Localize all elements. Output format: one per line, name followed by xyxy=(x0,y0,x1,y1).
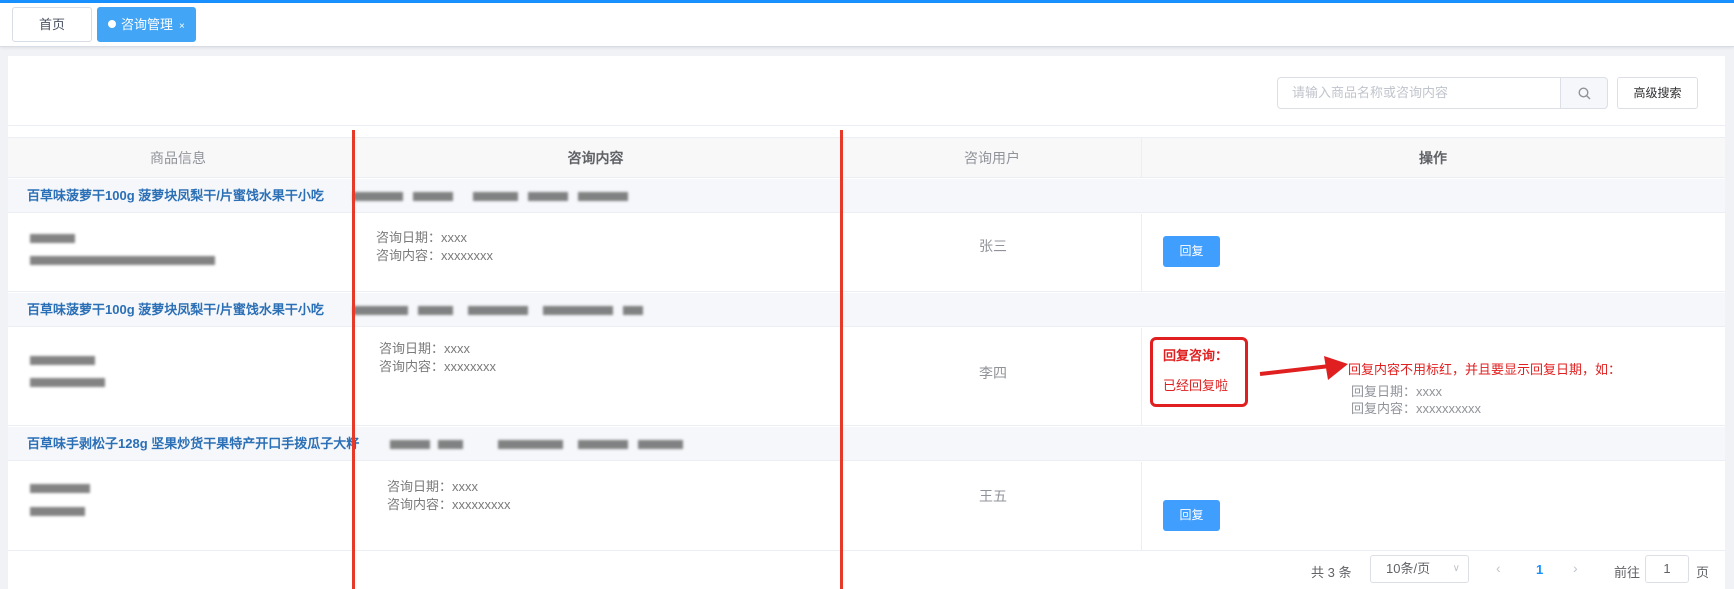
group-row: 百草味手剥松子128g 坚果炒货干果特产开口手拨瓜子大籽 xyxy=(8,427,1725,461)
redacted-text xyxy=(30,507,85,516)
prev-page-icon[interactable]: ‹ xyxy=(1496,560,1501,576)
column-separator xyxy=(1141,462,1142,550)
reply-button[interactable]: 回复 xyxy=(1163,500,1220,531)
header-content: 咨询内容 xyxy=(567,150,624,166)
product-title-link[interactable]: 百草味菠萝干100g 菠萝块凤梨干/片蜜饯水果干小吃 xyxy=(27,179,324,213)
redacted-text xyxy=(528,192,568,201)
consult-content: 咨询内容：xxxxxxxx xyxy=(376,248,494,263)
redacted-text xyxy=(30,256,215,265)
redacted-text xyxy=(30,484,90,493)
tab-label: 咨询管理 xyxy=(121,17,174,32)
consult-content: 咨询内容：xxxxxxxxx xyxy=(387,497,511,512)
consult-content: 咨询内容：xxxxxxxx xyxy=(379,359,497,374)
redacted-text xyxy=(468,306,528,315)
redacted-text xyxy=(353,192,403,201)
table-row: 咨询日期：xxxx 咨询内容：xxxxxxxxx 王五 回复 xyxy=(8,462,1725,551)
main-panel: 请输入商品名称或咨询内容 高级搜索 商品信息 咨询内容 咨询用户 操作 百草味菠… xyxy=(8,56,1725,589)
redacted-text xyxy=(390,440,430,449)
page-size-value: 10条/页 xyxy=(1386,561,1431,576)
consult-date: 咨询日期：xxxx xyxy=(379,341,471,356)
header-action: 操作 xyxy=(1419,150,1447,166)
reply-button[interactable]: 回复 xyxy=(1163,236,1220,267)
redacted-text xyxy=(473,192,518,201)
total-count: 共 3 条 xyxy=(1311,565,1352,580)
redacted-text xyxy=(30,356,95,365)
close-icon[interactable]: × xyxy=(179,21,185,32)
redacted-text xyxy=(30,378,105,387)
goto-page-input[interactable]: 1 xyxy=(1645,555,1689,583)
group-row: 百草味菠萝干100g 菠萝块凤梨干/片蜜饯水果干小吃 xyxy=(8,179,1725,213)
search-input[interactable]: 请输入商品名称或咨询内容 xyxy=(1277,77,1561,109)
header-user: 咨询用户 xyxy=(964,150,1020,166)
goto-label: 前往 xyxy=(1614,565,1641,580)
page-unit-label: 页 xyxy=(1696,565,1710,580)
redacted-text xyxy=(413,192,453,201)
active-dot-icon xyxy=(108,20,116,28)
header-product: 商品信息 xyxy=(150,150,206,166)
column-separator xyxy=(1141,214,1142,291)
table-row: 咨询日期：xxxx 咨询内容：xxxxxxxx 李四 回复咨询： 已经回复啦 回… xyxy=(8,328,1725,426)
consult-user: 王五 xyxy=(979,488,1007,504)
toolbar-divider xyxy=(8,125,1725,126)
next-page-icon[interactable]: › xyxy=(1573,560,1578,576)
consult-user: 张三 xyxy=(979,238,1007,254)
tab-bar: 首页 咨询管理 × xyxy=(0,3,1734,47)
tab-consult-management[interactable]: 咨询管理 × xyxy=(97,7,196,42)
page-number-current[interactable]: 1 xyxy=(1536,562,1543,577)
annotation-red-line-right xyxy=(840,130,843,589)
search-button[interactable] xyxy=(1560,77,1608,109)
redacted-text xyxy=(578,192,628,201)
tab-home[interactable]: 首页 xyxy=(12,7,92,42)
page-size-select[interactable]: 10条/页 ∨ xyxy=(1370,555,1469,583)
product-title-link[interactable]: 百草味手剥松子128g 坚果炒货干果特产开口手拨瓜子大籽 xyxy=(27,427,359,461)
reply-text: 已经回复啦 xyxy=(1163,378,1229,393)
consult-date: 咨询日期：xxxx xyxy=(376,230,468,245)
annotation-red-line-left xyxy=(352,130,355,589)
consult-user: 李四 xyxy=(979,365,1007,381)
redacted-text xyxy=(578,440,628,449)
table-row: 咨询日期：xxxx 咨询内容：xxxxxxxx 张三 回复 xyxy=(8,214,1725,292)
product-title-link[interactable]: 百草味菠萝干100g 菠萝块凤梨干/片蜜饯水果干小吃 xyxy=(27,293,324,327)
advanced-search-button[interactable]: 高级搜索 xyxy=(1617,77,1698,109)
redacted-text xyxy=(418,306,453,315)
redacted-text xyxy=(438,440,463,449)
annotation-text: 回复内容不用标红，并且要显示回复日期，如： xyxy=(1348,362,1622,377)
pagination: 共 3 条 10条/页 ∨ ‹ 1 › 前往 1 页 xyxy=(8,553,1725,589)
reply-title: 回复咨询： xyxy=(1163,348,1229,363)
redacted-text xyxy=(543,306,613,315)
reply-annotation-box: 回复咨询： 已经回复啦 xyxy=(1150,337,1248,407)
column-separator xyxy=(1141,328,1142,425)
redacted-text xyxy=(353,306,408,315)
annotation-reply-content: 回复内容：xxxxxxxxxx xyxy=(1351,401,1482,416)
group-row: 百草味菠萝干100g 菠萝块凤梨干/片蜜饯水果干小吃 xyxy=(8,293,1725,327)
search-icon xyxy=(1578,87,1591,100)
chevron-down-icon: ∨ xyxy=(1452,563,1460,574)
redacted-text xyxy=(30,234,75,243)
annotation-reply-date: 回复日期：xxxx xyxy=(1351,384,1443,399)
table-header: 商品信息 咨询内容 咨询用户 操作 xyxy=(8,137,1725,178)
redacted-text xyxy=(623,306,643,315)
redacted-text xyxy=(498,440,563,449)
arrow-right-icon xyxy=(1259,356,1348,380)
consult-date: 咨询日期：xxxx xyxy=(387,479,479,494)
redacted-text xyxy=(638,440,683,449)
